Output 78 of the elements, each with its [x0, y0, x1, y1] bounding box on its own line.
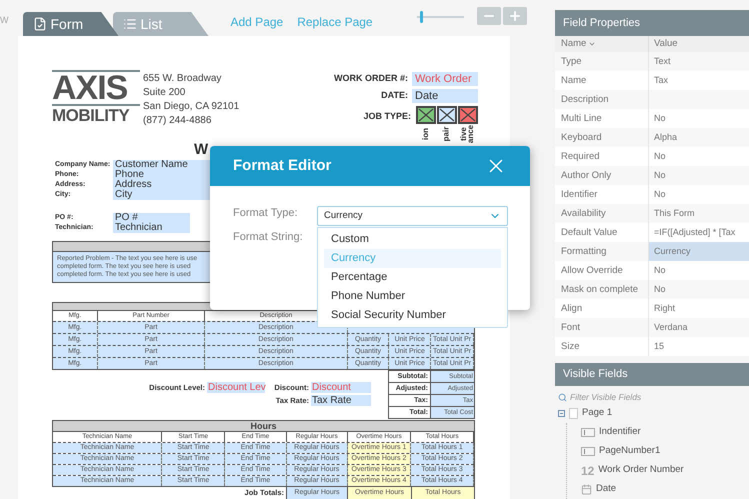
collapse-toggle[interactable]	[558, 410, 565, 417]
text-field-icon	[581, 428, 595, 437]
property-value[interactable]: Currency	[649, 242, 749, 261]
tree-item[interactable]: Indentifier	[599, 425, 641, 440]
form-field[interactable]: Phone	[113, 170, 210, 180]
property-value[interactable]: Alpha	[649, 128, 749, 147]
form-icon	[32, 17, 46, 31]
checkbox[interactable]	[436, 106, 456, 124]
cut-label: W	[0, 14, 8, 28]
dropdown-option[interactable]: Currency	[324, 249, 501, 268]
zoom-in-button[interactable]	[502, 7, 527, 25]
plus-icon	[508, 9, 522, 23]
slider-thumb[interactable]	[420, 11, 424, 23]
calendar-icon	[581, 484, 592, 495]
zoom-out-button[interactable]	[476, 7, 501, 25]
field-label: Format String:	[233, 231, 303, 244]
form-field[interactable]: Date	[412, 89, 478, 103]
property-value[interactable]: 15	[649, 337, 749, 356]
form-field[interactable]: Customer Name	[113, 160, 210, 170]
address-line: (877) 244-4886	[143, 114, 212, 128]
format-type-select[interactable]: Currency	[317, 206, 508, 226]
zoom-slider[interactable]	[416, 11, 464, 23]
table-title: Hours	[53, 421, 474, 432]
list-icon	[122, 17, 136, 31]
checkbox-caption: pair	[442, 126, 450, 144]
checkbox[interactable]	[416, 106, 436, 124]
property-value[interactable]: This Form	[649, 204, 749, 223]
form-field[interactable]: Discount Lev	[207, 382, 265, 393]
form-field[interactable]: Address	[113, 180, 210, 190]
form-field[interactable]: Discount	[311, 382, 371, 393]
field-label: Format Type:	[233, 207, 298, 220]
panel-header: Visible Fields	[555, 363, 749, 386]
dropdown-option[interactable]: Percentage	[324, 268, 501, 287]
form-field[interactable]: Technician	[113, 223, 190, 233]
panel-header: Field Properties	[555, 10, 749, 36]
tree-item[interactable]: Date	[596, 482, 616, 497]
checkbox-caption: ion	[422, 127, 430, 142]
form-field[interactable]: Tax Rate	[311, 395, 371, 406]
checkbox-caption: ance	[468, 124, 476, 146]
column-header: Value	[653, 37, 678, 51]
property-value[interactable]: No	[649, 280, 749, 299]
checkbox[interactable]	[458, 106, 478, 124]
form-field[interactable]: Work Order	[412, 72, 478, 86]
text-field-icon	[581, 447, 595, 456]
property-value[interactable]: Right	[649, 299, 749, 318]
tree-item[interactable]: Work Order Number	[598, 463, 684, 478]
filter-field[interactable]: Filter Visible Fields	[570, 390, 720, 404]
property-value[interactable]: No	[649, 109, 749, 128]
page-icon	[569, 408, 578, 419]
number-label: 12	[581, 464, 594, 476]
sort-icon	[588, 40, 596, 48]
form-field[interactable]: City	[113, 190, 210, 200]
property-name: Size	[555, 337, 649, 356]
property-value[interactable]: No	[649, 166, 749, 185]
tab[interactable]: Form	[22, 12, 118, 36]
property-value[interactable]: Verdana	[649, 318, 749, 337]
dropdown-option[interactable]: Phone Number	[324, 287, 501, 306]
search-icon	[558, 392, 567, 402]
company-logo: AXIS MOBILITY	[52, 70, 140, 142]
property-value[interactable]: Text	[649, 52, 749, 71]
form-field[interactable]: PO #	[113, 213, 190, 223]
field-label: JOB TYPE:	[363, 110, 411, 123]
address-line: San Diego, CA 92101	[143, 100, 240, 114]
dialog-title: Format Editor	[233, 156, 332, 176]
checkbox-caption: tive	[460, 126, 468, 143]
field-label: DATE:	[381, 89, 408, 102]
property-value[interactable]: No	[649, 261, 749, 280]
address-line: Suite 200	[143, 86, 186, 100]
property-value[interactable]: No	[649, 147, 749, 166]
field-label: WORK ORDER #:	[334, 72, 408, 86]
address-line: 655 W. Broadway	[143, 72, 222, 86]
tree-item[interactable]: Page 1	[582, 406, 612, 421]
property-value[interactable]: Tax	[649, 71, 749, 90]
report-title: W	[194, 142, 208, 158]
tree-item[interactable]: PageNumber1	[599, 444, 660, 459]
property-value[interactable]: =IF([Adjusted] * [Tax	[649, 223, 749, 242]
property-value[interactable]: No	[649, 185, 749, 204]
dropdown-option[interactable]: Custom	[324, 230, 501, 249]
